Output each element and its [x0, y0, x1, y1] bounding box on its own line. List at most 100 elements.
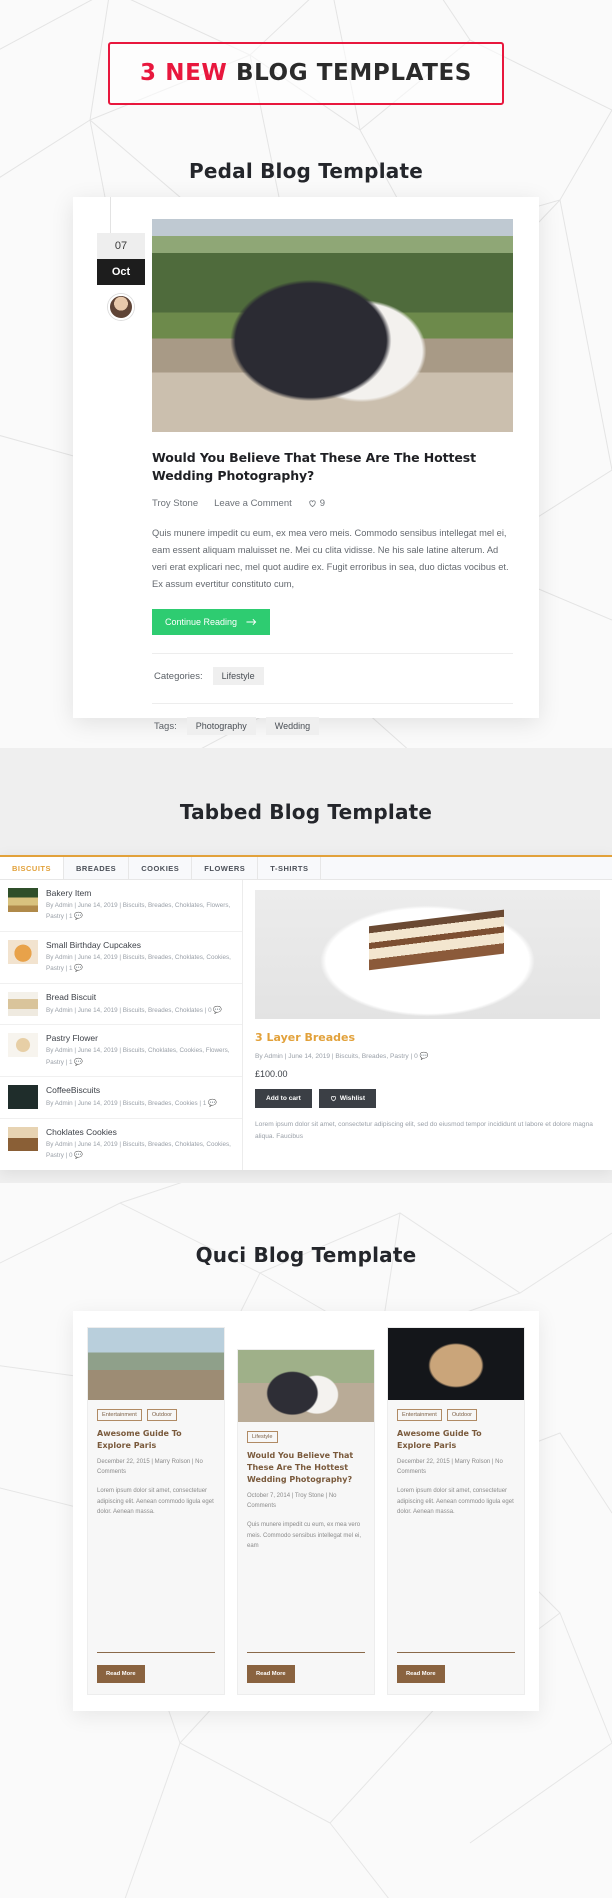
list-item-title[interactable]: Pastry Flower — [46, 1033, 233, 1043]
tag-chip-photography[interactable]: Photography — [186, 717, 256, 736]
tabbed-heading: Tabbed Blog Template — [179, 800, 433, 824]
banner-title: 3 NEW BLOG TEMPLATES — [140, 60, 472, 86]
list-item-meta: By Admin | June 14, 2019 | Biscuits, Bre… — [46, 1005, 233, 1017]
list-item[interactable]: Bread Biscuit By Admin | June 14, 2019 |… — [0, 984, 242, 1026]
tab-breades[interactable]: BREADES — [64, 857, 130, 879]
arrow-right-icon — [246, 619, 257, 626]
comment-icon: 💬 — [74, 1152, 83, 1160]
timeline-line — [110, 197, 111, 233]
post-comment-link[interactable]: Leave a Comment — [214, 498, 292, 509]
list-item-title[interactable]: CoffeeBiscuits — [46, 1085, 233, 1095]
tag-entertainment[interactable]: Entertainment — [97, 1409, 142, 1421]
tab-tshirts[interactable]: T-SHIRTS — [258, 857, 322, 879]
read-more-button[interactable]: Read More — [247, 1665, 295, 1683]
blog-card-title[interactable]: Would You Believe That These Are The Hot… — [247, 1450, 365, 1486]
post-date-badge: 07 Oct — [97, 219, 145, 320]
add-to-cart-button[interactable]: Add to cart — [255, 1089, 312, 1108]
blog-card-title[interactable]: Awesome Guide To Explore Paris — [97, 1428, 215, 1452]
post-meta: Troy Stone Leave a Comment 9 — [152, 498, 513, 509]
list-item-meta-text: By Admin | June 14, 2019 | Biscuits, Bre… — [46, 1006, 212, 1014]
blog-card-image — [88, 1328, 224, 1400]
product-list: Bakery Item By Admin | June 14, 2019 | B… — [0, 880, 243, 1170]
list-item-title[interactable]: Bakery Item — [46, 888, 233, 898]
category-chip[interactable]: Lifestyle — [212, 667, 264, 686]
tab-bar: BISCUITS BREADES COOKIES FLOWERS T-SHIRT… — [0, 855, 612, 880]
product-description: Lorem ipsum dolor sit amet, consectetur … — [255, 1121, 593, 1140]
list-item[interactable]: Small Birthday Cupcakes By Admin | June … — [0, 932, 242, 984]
pedal-preview-card: 07 Oct Would You Believe That These Are … — [73, 197, 539, 736]
list-item[interactable]: Bakery Item By Admin | June 14, 2019 | B… — [0, 880, 242, 932]
blog-card-tags: Entertainment Outdoor — [97, 1409, 215, 1421]
post-like-count[interactable]: 9 — [308, 498, 325, 509]
heart-icon — [330, 1096, 336, 1102]
list-item-meta: By Admin | June 14, 2019 | Biscuits, Bre… — [46, 1098, 233, 1110]
list-item-meta: By Admin | June 14, 2019 | Biscuits, Cho… — [46, 1046, 233, 1068]
blog-card-image — [388, 1328, 524, 1400]
tabbed-preview-card: BISCUITS BREADES COOKIES FLOWERS T-SHIRT… — [0, 855, 612, 1170]
comment-icon: 💬 — [74, 965, 83, 973]
list-item-title[interactable]: Choklates Cookies — [46, 1127, 233, 1137]
cake-shape — [368, 910, 504, 971]
tab-flowers[interactable]: FLOWERS — [192, 857, 259, 879]
blog-card[interactable]: Entertainment Outdoor Awesome Guide To E… — [87, 1327, 225, 1695]
comment-icon: 💬 — [419, 1053, 429, 1060]
heart-icon — [309, 499, 316, 507]
tag-chip-wedding[interactable]: Wedding — [265, 717, 320, 736]
add-to-cart-label: Add to cart — [266, 1095, 301, 1102]
product-thumbnail — [8, 991, 38, 1016]
blog-card-excerpt: Lorem ipsum dolor sit amet, consectetuer… — [97, 1487, 214, 1516]
wishlist-button[interactable]: Wishlist — [318, 1089, 377, 1108]
post-title[interactable]: Would You Believe That These Are The Hot… — [152, 449, 513, 485]
product-detail-image — [255, 890, 600, 1019]
banner-rest: BLOG TEMPLATES — [235, 60, 472, 86]
comment-icon: 💬 — [74, 913, 83, 921]
tab-biscuits[interactable]: BISCUITS — [0, 857, 65, 879]
continue-reading-button[interactable]: Continue Reading — [152, 609, 271, 636]
comment-icon: 💬 — [208, 1100, 217, 1108]
categories-row: Categories: Lifestyle — [152, 653, 513, 686]
wishlist-label: Wishlist — [339, 1095, 366, 1102]
list-item-meta: By Admin | June 14, 2019 | Biscuits, Bre… — [46, 1140, 233, 1162]
continue-reading-label: Continue Reading — [165, 617, 238, 628]
author-avatar — [108, 294, 134, 320]
tab-cookies[interactable]: COOKIES — [129, 857, 193, 879]
banner-box: 3 NEW BLOG TEMPLATES — [108, 42, 504, 105]
product-detail-panel: 3 Layer Breades By Admin | June 14, 2019… — [243, 880, 612, 1170]
like-number: 9 — [319, 497, 326, 509]
read-more-button[interactable]: Read More — [97, 1665, 145, 1683]
comment-icon: 💬 — [213, 1006, 223, 1014]
tag-entertainment[interactable]: Entertainment — [397, 1409, 442, 1421]
list-item[interactable]: Pastry Flower By Admin | June 14, 2019 |… — [0, 1025, 242, 1078]
product-thumbnail — [8, 1033, 38, 1058]
product-detail-title[interactable]: 3 Layer Breades — [255, 1031, 600, 1044]
tags-label: Tags: — [154, 720, 177, 732]
blog-card-excerpt: Lorem ipsum dolor sit amet, consectetuer… — [397, 1487, 514, 1516]
blog-card-title[interactable]: Awesome Guide To Explore Paris — [397, 1428, 515, 1452]
list-item-title[interactable]: Small Birthday Cupcakes — [46, 940, 233, 950]
tag-outdoor[interactable]: Outdoor — [446, 1409, 478, 1421]
list-item[interactable]: CoffeeBiscuits By Admin | June 14, 2019 … — [0, 1077, 242, 1119]
blog-card-meta: December 22, 2015 | Marry Rolson | No Co… — [397, 1459, 503, 1475]
product-detail-meta: By Admin | June 14, 2019 | Biscuits, Bre… — [255, 1052, 600, 1060]
post-date-day: 07 — [97, 233, 145, 259]
product-thumbnail — [8, 888, 38, 912]
tag-outdoor[interactable]: Outdoor — [146, 1409, 178, 1421]
tag-lifestyle[interactable]: Lifestyle — [247, 1431, 278, 1443]
quci-preview-card: Entertainment Outdoor Awesome Guide To E… — [73, 1311, 539, 1711]
list-item[interactable]: Choklates Cookies By Admin | June 14, 20… — [0, 1119, 242, 1170]
blog-card-meta: December 22, 2015 | Marry Rolson | No Co… — [97, 1459, 203, 1475]
hero-banner: 3 NEW BLOG TEMPLATES — [0, 0, 612, 105]
list-item-title[interactable]: Bread Biscuit — [46, 992, 233, 1002]
post-author[interactable]: Troy Stone — [152, 498, 198, 509]
read-more-button[interactable]: Read More — [397, 1665, 445, 1683]
blog-card[interactable]: Lifestyle Would You Believe That These A… — [237, 1349, 375, 1695]
blog-card[interactable]: Entertainment Outdoor Awesome Guide To E… — [387, 1327, 525, 1695]
banner-highlight: 3 NEW — [140, 60, 228, 86]
tabbed-section: Tabbed Blog Template BISCUITS BREADES CO… — [0, 748, 612, 1183]
blog-card-tags: Lifestyle — [247, 1431, 365, 1443]
list-item-meta: By Admin | June 14, 2019 | Biscuits, Bre… — [46, 901, 233, 923]
product-thumbnail — [8, 939, 38, 964]
pedal-heading: Pedal Blog Template — [189, 159, 423, 183]
product-price: £100.00 — [255, 1069, 288, 1079]
list-item-meta: By Admin | June 14, 2019 | Biscuits, Bre… — [46, 953, 233, 975]
